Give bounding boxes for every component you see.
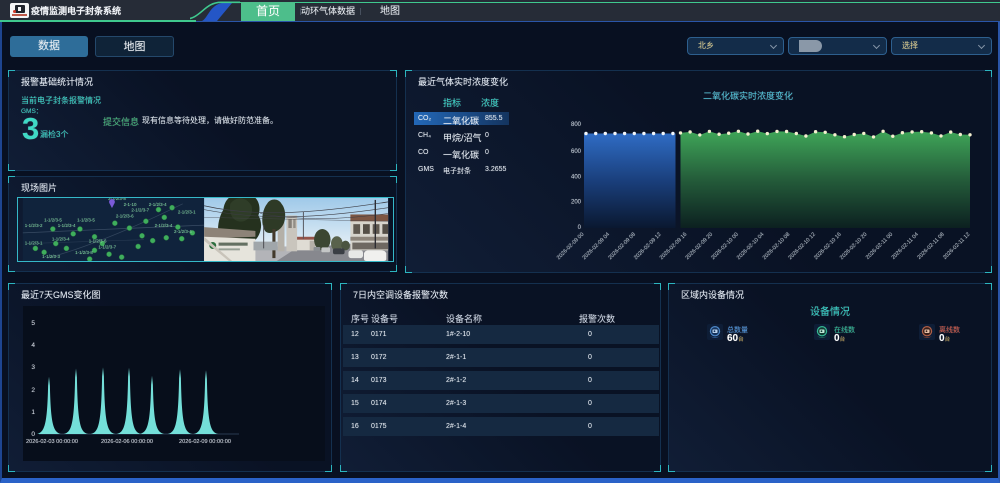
- svg-text:0: 0: [578, 225, 582, 231]
- svg-text:1-1/2/3-2: 1-1/2/3-2: [25, 223, 43, 228]
- svg-text:2-1/2/3-1: 2-1/2/3-1: [178, 210, 196, 215]
- svg-text:2-1/2/3-4: 2-1/2/3-4: [174, 229, 192, 234]
- svg-text:0: 0: [31, 431, 35, 438]
- svg-text:1-1/2/3-4: 1-1/2/3-4: [58, 223, 76, 228]
- svg-text:2026-02-06 00:00:00: 2026-02-06 00:00:00: [101, 439, 153, 445]
- svg-text:600: 600: [571, 149, 582, 155]
- svg-text:1-1/2/3-6: 1-1/2/3-6: [89, 239, 107, 244]
- svg-text:200: 200: [571, 200, 582, 206]
- svg-text:1-1/2/3-8: 1-1/2/3-8: [75, 250, 93, 255]
- svg-text:2-1-10: 2-1-10: [124, 202, 137, 207]
- svg-text:5: 5: [31, 320, 35, 327]
- svg-text:4: 4: [31, 342, 35, 349]
- svg-text:2026-02-03 00:00:00: 2026-02-03 00:00:00: [26, 439, 78, 445]
- svg-text:3: 3: [31, 364, 35, 371]
- svg-text:2026-02-09 00:00:00: 2026-02-09 00:00:00: [179, 439, 231, 445]
- svg-text:1-1/2/3-4: 1-1/2/3-4: [52, 237, 70, 242]
- svg-text:1-1/2/3-3: 1-1/2/3-3: [42, 254, 60, 259]
- svg-text:1-1/2/3-1: 1-1/2/3-1: [25, 241, 43, 246]
- svg-text:2: 2: [31, 387, 35, 394]
- svg-text:1-1/2/3-5: 1-1/2/3-5: [44, 217, 62, 222]
- svg-text:2-1/2/3-6: 2-1/2/3-6: [116, 213, 134, 218]
- svg-text:2-1/2/3-7: 2-1/2/3-7: [131, 208, 149, 213]
- svg-text:400: 400: [571, 175, 582, 181]
- svg-text:800: 800: [571, 122, 582, 128]
- svg-text:2-1/2/3-4: 2-1/2/3-4: [155, 223, 173, 228]
- svg-text:1: 1: [31, 409, 35, 416]
- svg-text:2-1/2/3-4: 2-1/2/3-4: [149, 202, 167, 207]
- svg-text:2026-02-11 12: 2026-02-11 12: [942, 232, 971, 261]
- svg-text:1-1/2/3-5: 1-1/2/3-5: [77, 217, 95, 222]
- svg-text:二氧化碳实时浓度变化: 二氧化碳实时浓度变化: [703, 90, 793, 101]
- svg-text:1-1/2/3-7: 1-1/2/3-7: [98, 244, 116, 249]
